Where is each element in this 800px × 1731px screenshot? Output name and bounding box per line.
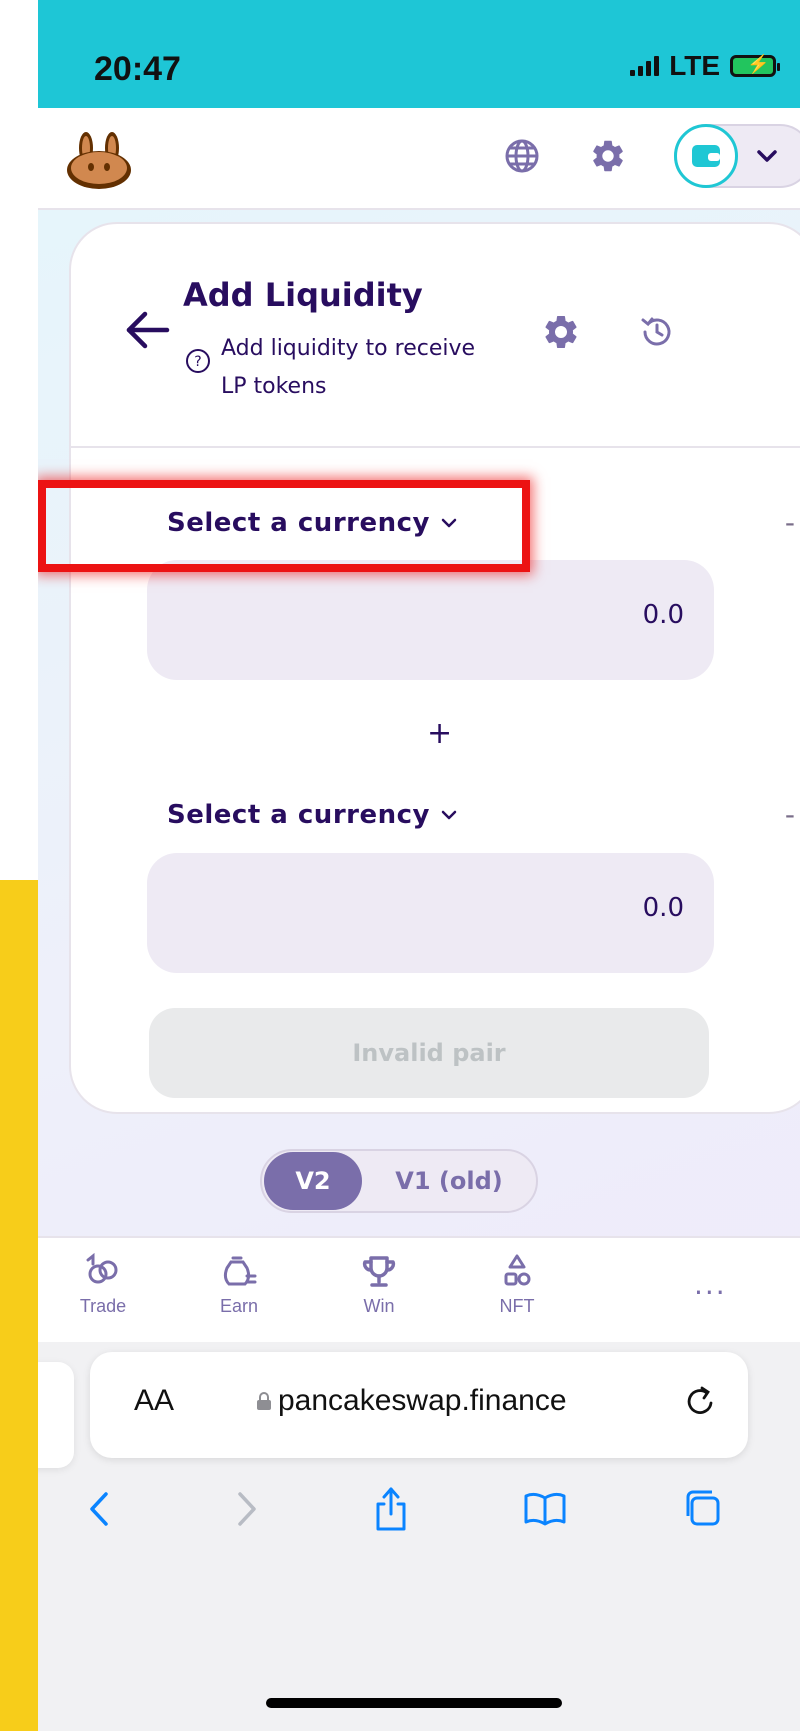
version-v2-tab[interactable]: V2	[264, 1152, 362, 1210]
url-display[interactable]: pancakeswap.finance	[256, 1384, 567, 1418]
page-subtitle: Add liquidity to receive LP tokens	[221, 330, 511, 406]
version-toggle: V2 V1 (old)	[260, 1149, 538, 1213]
more-icon[interactable]: ...	[694, 1268, 727, 1301]
back-chevron-icon[interactable]	[76, 1484, 126, 1534]
share-icon[interactable]	[366, 1484, 416, 1534]
tabs-icon[interactable]	[678, 1484, 728, 1534]
nav-item-nft[interactable]: NFT	[472, 1252, 562, 1317]
signal-icon	[630, 56, 660, 76]
trade-icon	[86, 1252, 118, 1284]
status-right: LTE ⚡	[630, 50, 780, 82]
address-bar[interactable]: AA pancakeswap.finance	[90, 1352, 748, 1458]
nav-label-nft: NFT	[499, 1296, 535, 1316]
currency-a-amount-input[interactable]: 0.0	[147, 560, 714, 680]
add-liquidity-card: Add Liquidity ? Add liquidity to receive…	[69, 222, 800, 1114]
trophy-icon	[362, 1256, 396, 1287]
previous-tab-preview[interactable]	[38, 1362, 74, 1468]
currency-b-balance: -	[784, 798, 795, 831]
phone-screen: 20:47 LTE ⚡ Add Liquidity ? Add liquidit…	[38, 0, 800, 1731]
home-indicator[interactable]	[266, 1698, 562, 1708]
nav-item-trade[interactable]: Trade	[58, 1252, 148, 1317]
subtitle-line-1: Add liquidity to receive	[221, 336, 476, 361]
currency-b-amount-input[interactable]: 0.0	[147, 853, 714, 973]
chevron-down-icon	[441, 810, 457, 820]
back-arrow-icon[interactable]	[125, 310, 171, 350]
battery-icon: ⚡	[730, 54, 780, 77]
settings-gear-icon[interactable]	[541, 312, 581, 352]
earn-icon	[223, 1256, 257, 1286]
page-title: Add Liquidity	[183, 276, 423, 314]
nft-icon	[504, 1254, 531, 1286]
version-v1-tab[interactable]: V1 (old)	[362, 1167, 536, 1195]
currency-b-amount-value: 0.0	[642, 893, 684, 923]
forward-chevron-icon[interactable]	[220, 1484, 270, 1534]
url-text: pancakeswap.finance	[278, 1384, 567, 1417]
status-time: 20:47	[94, 50, 181, 88]
invalid-pair-button[interactable]: Invalid pair	[149, 1008, 709, 1098]
top-navigation	[38, 108, 800, 210]
yellow-decoration	[0, 880, 38, 1731]
subtitle-line-2: LP tokens	[221, 374, 327, 399]
card-header: Add Liquidity ? Add liquidity to receive…	[71, 224, 800, 448]
select-currency-b-label: Select a currency	[167, 800, 430, 830]
pancakeswap-logo-icon[interactable]	[64, 128, 134, 190]
text-size-button[interactable]: AA	[134, 1384, 174, 1418]
status-bar: 20:47 LTE ⚡	[38, 0, 800, 108]
bottom-navigation: Trade Earn Win NFT ...	[38, 1236, 800, 1344]
chevron-down-icon	[757, 150, 777, 162]
left-decoration	[0, 0, 38, 1731]
bookmarks-icon[interactable]	[520, 1484, 570, 1534]
reload-icon[interactable]	[682, 1382, 720, 1420]
network-label: LTE	[669, 50, 720, 81]
svg-text:?: ?	[194, 354, 201, 370]
nav-item-earn[interactable]: Earn	[194, 1252, 284, 1317]
help-icon[interactable]: ?	[185, 348, 211, 374]
lock-icon	[257, 1392, 271, 1410]
currency-a-balance: -	[784, 506, 795, 539]
nav-icons	[502, 124, 800, 188]
nav-label-trade: Trade	[79, 1296, 127, 1316]
gear-icon[interactable]	[588, 136, 628, 176]
highlight-annotation	[38, 480, 530, 572]
select-currency-b-button[interactable]: Select a currency	[167, 800, 458, 830]
nav-label-earn: Earn	[219, 1296, 259, 1316]
plus-icon: +	[427, 716, 453, 751]
nav-item-win[interactable]: Win	[334, 1252, 424, 1317]
currency-a-amount-value: 0.0	[642, 600, 684, 630]
wallet-icon	[674, 124, 738, 188]
browser-toolbar	[38, 1472, 800, 1552]
globe-icon[interactable]	[502, 136, 542, 176]
history-icon[interactable]	[639, 314, 675, 350]
nav-label-win: Win	[363, 1296, 395, 1316]
wallet-button[interactable]	[674, 124, 800, 188]
